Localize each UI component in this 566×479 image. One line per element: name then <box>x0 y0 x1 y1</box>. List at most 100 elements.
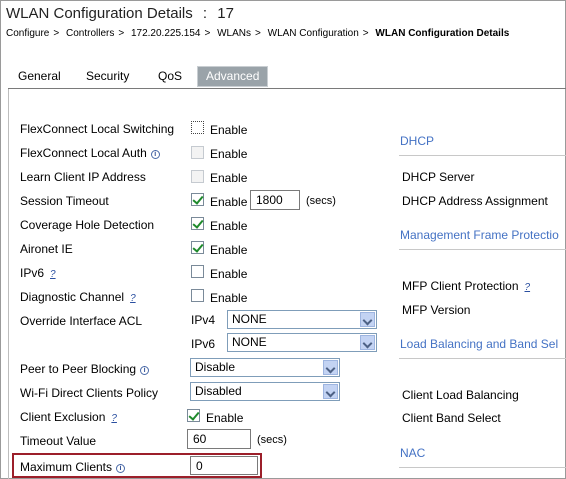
page-title: WLAN Configuration Details : 17 <box>6 5 234 22</box>
ipv6-text: IPv6 <box>20 266 45 280</box>
override-acl-ipv6-select[interactable]: NONE <box>227 333 377 352</box>
breadcrumb-separator: > <box>204 28 211 39</box>
breadcrumb-controller-ip[interactable]: 172.20.225.154 <box>131 28 201 39</box>
maximum-clients-label: Maximum Clients i <box>20 460 126 474</box>
timeout-value-label: Timeout Value <box>20 434 97 448</box>
coverage-hole-label: Coverage Hole Detection <box>20 218 155 232</box>
tab-general[interactable]: General <box>18 69 61 83</box>
ipv6-enable: Enable <box>210 267 248 281</box>
breadcrumb-current: WLAN Configuration Details <box>375 28 510 39</box>
help-icon[interactable]: ? <box>130 293 136 304</box>
ipv6-label: IPv6? <box>20 266 56 280</box>
nac-section-divider <box>399 467 566 468</box>
aironet-ie-label: Aironet IE <box>20 242 73 256</box>
breadcrumb-separator: > <box>362 28 369 39</box>
chevron-down-icon <box>323 360 338 375</box>
flexconnect-local-auth-text: FlexConnect Local Auth <box>20 146 147 160</box>
load-balancing-section-divider <box>399 358 566 359</box>
flexconnect-local-switching-checkbox[interactable] <box>191 121 204 134</box>
breadcrumb-configure[interactable]: Configure <box>6 28 49 39</box>
learn-client-ip-enable: Enable <box>210 171 248 185</box>
content-left-border <box>8 89 9 479</box>
mfp-section-title: Management Frame Protectio <box>400 228 559 242</box>
wlan-id: 17 <box>217 5 234 22</box>
info-icon[interactable]: i <box>150 150 160 159</box>
help-icon[interactable]: ? <box>50 269 56 280</box>
info-icon[interactable]: i <box>116 464 126 473</box>
session-timeout-label: Session Timeout <box>20 194 109 208</box>
override-acl-ipv4-value: NONE <box>232 312 267 326</box>
override-acl-ipv4-label: IPv4 <box>191 313 216 327</box>
wifi-direct-label: Wi-Fi Direct Clients Policy <box>20 386 159 400</box>
load-balancing-section-title: Load Balancing and Band Sel <box>400 337 559 351</box>
breadcrumb-separator: > <box>53 28 60 39</box>
diagnostic-channel-checkbox[interactable] <box>191 289 204 302</box>
override-acl-ipv4-select[interactable]: NONE <box>227 310 377 329</box>
wifi-direct-select[interactable]: Disabled <box>190 382 340 401</box>
flexconnect-local-switching-label: FlexConnect Local Switching <box>20 122 175 136</box>
dhcp-server-label: DHCP Server <box>402 170 475 184</box>
client-load-balancing-label: Client Load Balancing <box>402 388 519 402</box>
wifi-direct-value: Disabled <box>195 384 242 398</box>
learn-client-ip-checkbox[interactable] <box>191 170 204 183</box>
timeout-value-input[interactable]: 60 <box>187 429 251 449</box>
nac-section-title: NAC <box>400 446 426 460</box>
breadcrumb-controllers[interactable]: Controllers <box>66 28 114 39</box>
breadcrumb-separator: > <box>118 28 125 39</box>
mfp-version-label: MFP Version <box>402 303 471 317</box>
dhcp-section-divider <box>399 155 566 156</box>
help-icon[interactable]: ? <box>111 413 117 424</box>
session-timeout-unit: (secs) <box>306 195 336 207</box>
learn-client-ip-label: Learn Client IP Address <box>20 170 146 184</box>
breadcrumb-wlan-configuration[interactable]: WLAN Configuration <box>268 28 359 39</box>
coverage-hole-checkbox[interactable] <box>191 217 204 230</box>
mfp-client-protection-label: MFP Client Protection? <box>402 279 530 293</box>
breadcrumb-separator: > <box>255 28 261 39</box>
aironet-ie-checkbox[interactable] <box>191 241 204 254</box>
diagnostic-channel-text: Diagnostic Channel <box>20 290 125 304</box>
client-exclusion-enable: Enable <box>206 411 244 425</box>
client-exclusion-label: Client Exclusion? <box>20 410 117 424</box>
client-exclusion-checkbox[interactable] <box>187 409 200 422</box>
chevron-down-icon <box>360 335 375 350</box>
chevron-down-icon <box>323 384 338 399</box>
info-icon[interactable]: i <box>140 366 150 375</box>
breadcrumb: Configure > Controllers > 172.20.225.154 > … <box>6 28 513 39</box>
p2p-blocking-label: Peer to Peer Blocking i <box>20 362 150 376</box>
session-timeout-checkbox[interactable] <box>191 193 204 206</box>
override-acl-label: Override Interface ACL <box>20 314 143 328</box>
page-title-separator: : <box>202 5 208 22</box>
chevron-down-icon <box>360 312 375 327</box>
p2p-blocking-select[interactable]: Disable <box>190 358 340 377</box>
flexconnect-local-switching-enable: Enable <box>210 123 248 137</box>
p2p-blocking-value: Disable <box>195 360 236 374</box>
dhcp-address-assignment-label: DHCP Address Assignment <box>402 194 548 208</box>
session-timeout-input[interactable]: 1800 <box>250 190 300 210</box>
override-acl-ipv6-value: NONE <box>232 335 267 349</box>
tab-security[interactable]: Security <box>86 69 129 83</box>
aironet-ie-enable: Enable <box>210 243 248 257</box>
diagnostic-channel-label: Diagnostic Channel? <box>20 290 136 304</box>
dhcp-section-title: DHCP <box>400 134 435 148</box>
tab-bar: General Security QoS Advanced <box>0 66 566 88</box>
maximum-clients-text: Maximum Clients <box>20 460 113 474</box>
override-acl-ipv6-label: IPv6 <box>191 337 216 351</box>
flexconnect-local-auth-enable: Enable <box>210 147 248 161</box>
tab-advanced[interactable]: Advanced <box>197 66 269 87</box>
session-timeout-enable: Enable <box>210 195 248 209</box>
diagnostic-channel-enable: Enable <box>210 291 248 305</box>
page-title-text: WLAN Configuration Details <box>6 5 193 22</box>
ipv6-checkbox[interactable] <box>191 265 204 278</box>
help-icon[interactable]: ? <box>525 282 531 293</box>
client-exclusion-text: Client Exclusion <box>20 410 106 424</box>
tab-divider <box>8 88 566 89</box>
client-band-select-label: Client Band Select <box>402 411 501 425</box>
tab-qos[interactable]: QoS <box>158 69 182 83</box>
coverage-hole-enable: Enable <box>210 219 248 233</box>
flexconnect-local-auth-checkbox[interactable] <box>191 146 204 159</box>
mfp-section-divider <box>399 249 566 250</box>
breadcrumb-wlans[interactable]: WLANs <box>217 28 251 39</box>
maximum-clients-input[interactable]: 0 <box>190 456 258 475</box>
p2p-blocking-text: Peer to Peer Blocking <box>20 362 137 376</box>
mfp-client-protection-text: MFP Client Protection <box>402 279 519 293</box>
